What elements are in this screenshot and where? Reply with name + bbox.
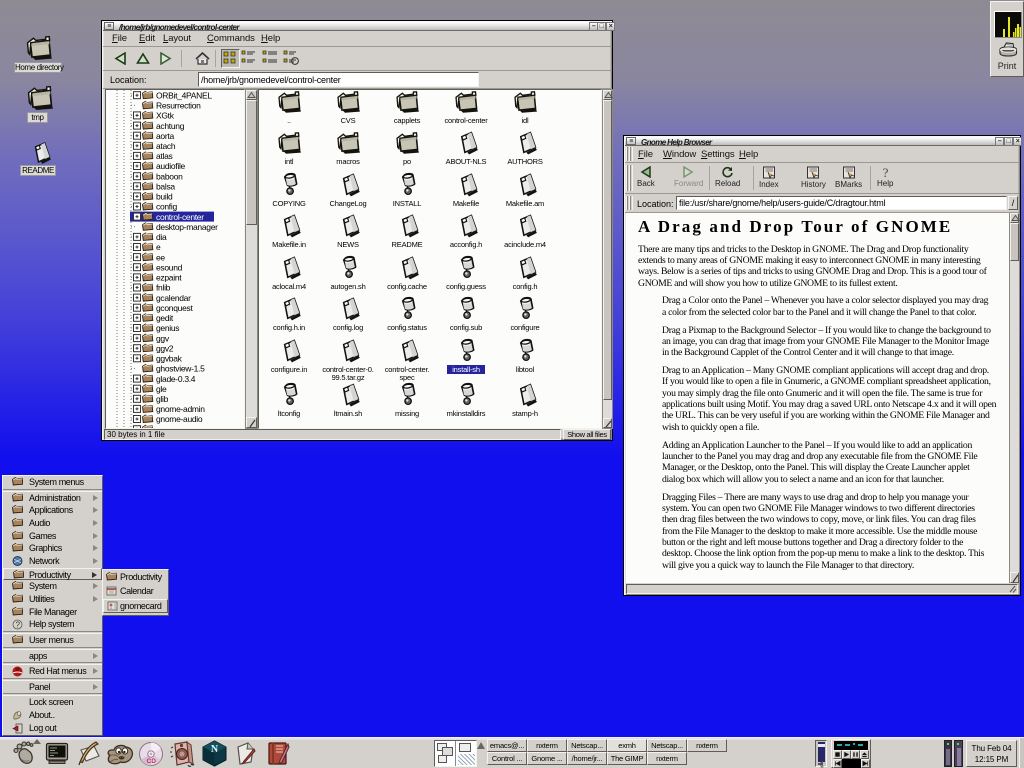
svg-text:ghostview-1.5: ghostview-1.5 [156, 364, 205, 374]
svg-text:ABOUT-NLS: ABOUT-NLS [446, 157, 487, 166]
svg-text:ee: ee [156, 252, 165, 262]
svg-text:Makefile.am: Makefile.am [506, 199, 544, 208]
svg-text:macros: macros [336, 157, 360, 166]
svg-text:atlas: atlas [156, 151, 173, 161]
svg-text:config.h: config.h [513, 282, 538, 291]
svg-text:e: e [156, 242, 161, 252]
svg-text:gnome-core: gnome-core [156, 424, 199, 428]
svg-text:ChangeLog: ChangeLog [330, 199, 367, 208]
svg-text:CD: CD [147, 758, 157, 765]
svg-text:configure: configure [510, 323, 539, 332]
svg-text:Makefile: Makefile [453, 199, 479, 208]
svg-text:INSTALL: INSTALL [393, 199, 422, 208]
svg-text:po: po [403, 157, 411, 166]
svg-text:ggv2: ggv2 [156, 343, 174, 353]
svg-text:libtool: libtool [516, 365, 535, 374]
svg-text:genius: genius [156, 323, 179, 333]
svg-text:gedit: gedit [156, 313, 174, 323]
svg-text:fnlib: fnlib [156, 283, 171, 293]
svg-text:aclocal.m4: aclocal.m4 [272, 282, 306, 291]
svg-text:desktop-manager: desktop-manager [156, 222, 218, 232]
svg-text:AUTHORS: AUTHORS [507, 157, 542, 166]
svg-text:atach: atach [156, 141, 176, 151]
svg-text:99.5.tar.gz: 99.5.tar.gz [332, 373, 365, 382]
svg-text:balsa: balsa [156, 182, 175, 192]
svg-text:control-center: control-center [444, 116, 488, 125]
svg-text:ggv: ggv [156, 333, 170, 343]
svg-text:..: .. [287, 116, 291, 125]
svg-text:dia: dia [156, 232, 167, 242]
svg-text:config.log: config.log [333, 323, 363, 332]
svg-text:spec: spec [399, 373, 414, 382]
svg-text:autogen.sh: autogen.sh [330, 282, 365, 291]
svg-text:config.sub: config.sub [450, 323, 482, 332]
svg-text:N: N [211, 744, 219, 755]
svg-text:control-center: control-center [156, 212, 204, 222]
svg-text:README: README [392, 240, 423, 249]
svg-text:configure.in: configure.in [271, 365, 307, 374]
svg-text:NEWS: NEWS [337, 240, 359, 249]
svg-text:config.status: config.status [387, 323, 427, 332]
svg-text:?: ? [882, 166, 888, 178]
svg-text:CVS: CVS [341, 116, 356, 125]
svg-text:aorta: aorta [156, 131, 174, 141]
svg-text:config: config [156, 202, 177, 212]
svg-text:baboon: baboon [156, 171, 183, 181]
svg-text:gnome-admin: gnome-admin [156, 404, 205, 414]
svg-text:ezpaint: ezpaint [156, 273, 182, 283]
svg-text:glib: glib [156, 394, 169, 404]
svg-text:Resurrection: Resurrection [156, 101, 201, 111]
svg-text:audiofile: audiofile [156, 161, 186, 171]
svg-text:gconquest: gconquest [156, 303, 193, 313]
svg-text:intl: intl [285, 157, 294, 166]
svg-text:missing: missing [395, 409, 419, 418]
svg-text:esound: esound [156, 262, 183, 272]
svg-text:mkinstalldirs: mkinstalldirs [447, 409, 486, 418]
svg-text:acinclude.m4: acinclude.m4 [504, 240, 546, 249]
svg-text:achtung: achtung [156, 121, 185, 131]
svg-text:ggvbak: ggvbak [156, 354, 183, 364]
svg-text:capplets: capplets [394, 116, 421, 125]
svg-text:gle: gle [156, 384, 167, 394]
svg-text:gcalendar: gcalendar [156, 293, 191, 303]
svg-text:ORBit_4PANEL: ORBit_4PANEL [156, 90, 212, 100]
svg-text:idl: idl [522, 116, 529, 125]
svg-text:ltmain.sh: ltmain.sh [334, 409, 362, 418]
svg-text:config.guess: config.guess [446, 282, 486, 291]
svg-text:COPYING: COPYING [272, 199, 306, 208]
svg-text:XGtk: XGtk [156, 111, 175, 121]
svg-text:config.h.in: config.h.in [273, 323, 305, 332]
svg-text:stamp-h: stamp-h [512, 409, 538, 418]
svg-text:glade-0.3.4: glade-0.3.4 [156, 374, 196, 384]
svg-text:Makefile.in: Makefile.in [272, 240, 306, 249]
svg-text:ltconfig: ltconfig [278, 409, 300, 418]
svg-text:install-sh: install-sh [452, 365, 480, 374]
svg-text:build: build [156, 192, 173, 202]
svg-text:config.cache: config.cache [387, 282, 427, 291]
svg-text:gnome-audio: gnome-audio [156, 414, 203, 424]
svg-text:acconfig.h: acconfig.h [450, 240, 482, 249]
